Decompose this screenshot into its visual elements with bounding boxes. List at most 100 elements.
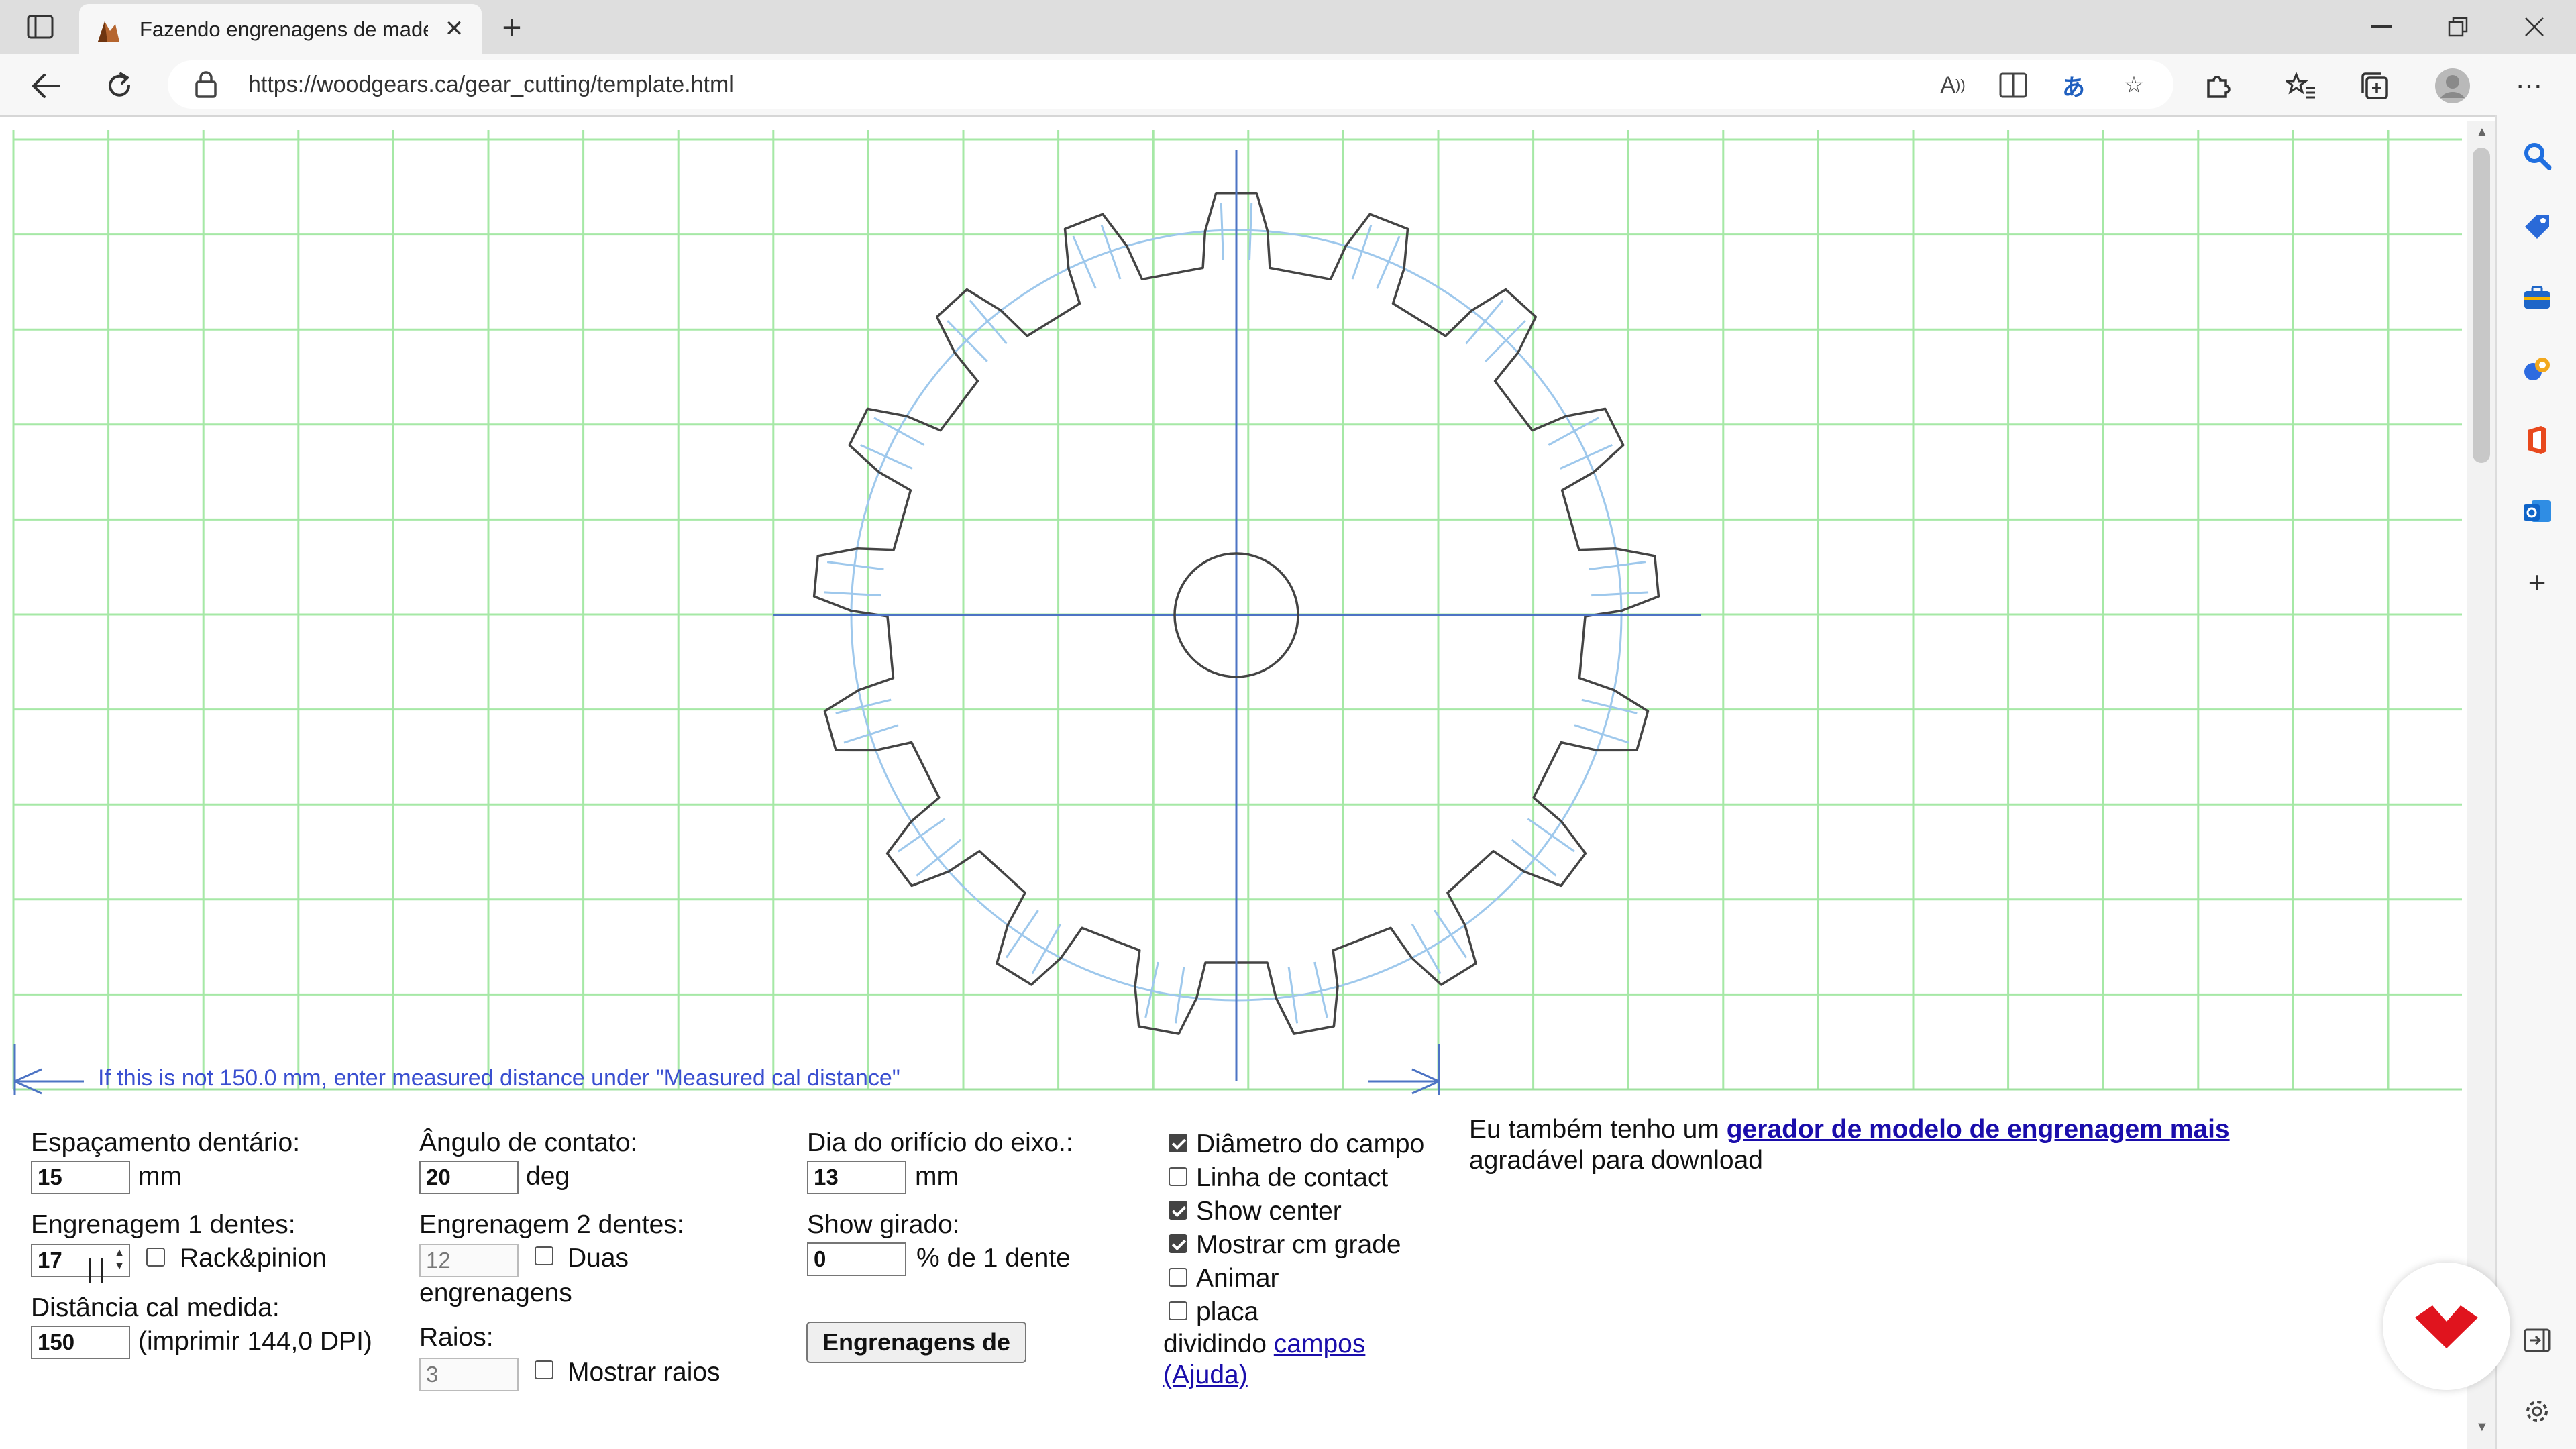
promo-suffix: agradável para download — [1469, 1146, 1763, 1175]
option-label: Linha de contact — [1196, 1163, 1389, 1192]
contact-angle-label: Ângulo de contato: — [419, 1128, 638, 1157]
add-sidebar-app-icon[interactable]: + — [2520, 565, 2555, 600]
vertical-scrollbar[interactable]: ▲ ▼ — [2467, 121, 2496, 1449]
tab-strip: Fazendo engrenagens de madeira ✕ + — [0, 0, 2576, 54]
minimize-icon[interactable] — [2348, 7, 2415, 47]
option-label: placa — [1196, 1297, 1259, 1326]
gear-template-canvas: If this is not 150.0 mm, enter measured … — [12, 130, 2462, 1095]
restore-icon[interactable] — [2424, 7, 2491, 47]
tooth-spacing-input[interactable]: 15 — [31, 1161, 130, 1194]
option-checkbox[interactable] — [1169, 1234, 1187, 1253]
rotated-unit: % de 1 dente — [916, 1244, 1071, 1273]
office-icon[interactable] — [2520, 423, 2555, 458]
browser-toolbar: https://woodgears.ca/gear_cutting/templa… — [0, 54, 2576, 117]
new-tab-icon[interactable]: + — [494, 9, 530, 46]
option-checkbox[interactable] — [1169, 1167, 1187, 1186]
games-icon[interactable] — [2520, 352, 2555, 386]
immersive-reader-icon[interactable] — [1998, 70, 2029, 101]
shaft-hole-input[interactable]: 13 — [807, 1161, 906, 1194]
tooth-spacing-unit: mm — [138, 1162, 182, 1191]
favorites-icon[interactable] — [2282, 67, 2320, 105]
tooth-mark — [1376, 235, 1401, 289]
gears-button[interactable]: Engrenagens de — [806, 1322, 1026, 1363]
extensions-icon[interactable] — [2199, 67, 2237, 105]
red-chevron-logo-icon — [2415, 1305, 2478, 1348]
option-checkbox[interactable] — [1169, 1134, 1187, 1152]
search-icon[interactable] — [2520, 138, 2555, 173]
tooth-mark — [916, 839, 962, 877]
contact-angle-input[interactable]: 20 — [419, 1161, 519, 1194]
gear-generator-link[interactable]: gerador de modelo de engrenagem mais — [1727, 1115, 2230, 1144]
shopping-tag-icon[interactable] — [2520, 209, 2555, 244]
tooth-mark — [1220, 203, 1224, 260]
gear2-teeth-label: Engrenagem 2 dentes: — [419, 1210, 684, 1239]
fields-link[interactable]: campos — [1274, 1330, 1366, 1358]
woodgears-favicon-icon — [95, 17, 122, 44]
tooth-mark — [873, 417, 925, 446]
profile-avatar-icon[interactable] — [2434, 67, 2471, 105]
back-icon[interactable] — [27, 67, 64, 105]
cal-distance-input[interactable]: 150 — [31, 1326, 130, 1359]
read-aloud-icon[interactable]: A)) — [1937, 70, 1968, 101]
gear1-teeth-label: Engrenagem 1 dentes: — [31, 1210, 296, 1239]
stepper-arrows-icon[interactable]: ▲ ▼ — [114, 1246, 125, 1273]
tooth-mark — [1548, 417, 1599, 446]
hide-sidebar-icon[interactable] — [2520, 1323, 2555, 1358]
rack-pinion-label: Rack&pinion — [180, 1244, 327, 1273]
refresh-icon[interactable] — [101, 67, 138, 105]
tooth-mark — [1248, 203, 1253, 260]
tools-briefcase-icon[interactable] — [2520, 280, 2555, 315]
text-cursor-icon — [89, 1258, 103, 1283]
gear2-teeth-input[interactable]: 12 — [419, 1244, 519, 1277]
cm-grid — [12, 130, 2462, 1091]
tooth-mark — [1072, 235, 1097, 289]
contact-angle-unit: deg — [526, 1162, 570, 1191]
option-label: Mostrar cm grade — [1196, 1230, 1401, 1259]
shaft-hole-unit: mm — [915, 1162, 959, 1191]
settings-more-icon[interactable]: ⋯ — [2510, 67, 2548, 105]
floating-logo[interactable] — [2383, 1263, 2510, 1390]
url-text[interactable]: https://woodgears.ca/gear_cutting/templa… — [248, 72, 734, 98]
option-label: Animar — [1196, 1264, 1279, 1293]
scroll-thumb[interactable] — [2473, 148, 2490, 463]
two-gears-label-line2: engrenagens — [419, 1279, 572, 1307]
translate-icon[interactable]: あ — [2058, 70, 2089, 101]
dividing-text: dividindo — [1163, 1330, 1267, 1358]
two-gears-checkbox[interactable] — [535, 1246, 553, 1265]
option-checkbox[interactable] — [1169, 1268, 1187, 1287]
gear1-teeth-value: 17 — [38, 1248, 62, 1273]
show-spokes-checkbox[interactable] — [535, 1360, 553, 1379]
outlook-icon[interactable] — [2520, 494, 2555, 529]
show-spokes-label: Mostrar raios — [568, 1358, 720, 1387]
rack-pinion-checkbox[interactable] — [146, 1248, 165, 1267]
spokes-label: Raios: — [419, 1323, 494, 1352]
active-tab[interactable]: Fazendo engrenagens de madeira ✕ — [79, 4, 482, 54]
option-checkbox[interactable] — [1169, 1201, 1187, 1220]
rotated-label: Show girado: — [807, 1210, 960, 1239]
spokes-input[interactable]: 3 — [419, 1358, 519, 1391]
lock-icon[interactable] — [195, 71, 221, 98]
address-bar[interactable]: https://woodgears.ca/gear_cutting/templa… — [168, 60, 2174, 109]
gear1-teeth-stepper[interactable]: 17 ▲ ▼ — [31, 1244, 130, 1277]
add-favorite-icon[interactable]: ☆ — [2118, 70, 2149, 101]
close-tab-icon[interactable]: ✕ — [439, 13, 470, 44]
tab-actions-icon[interactable] — [20, 12, 60, 42]
tooth-mark — [898, 818, 946, 853]
rotated-input[interactable]: 0 — [807, 1242, 906, 1276]
tooth-spacing-label: Espaçamento dentário: — [31, 1128, 301, 1157]
dividing-fields-text: dividindo campos — [1163, 1330, 1365, 1359]
close-window-icon[interactable] — [2501, 7, 2568, 47]
help-link[interactable]: (Ajuda) — [1163, 1360, 1248, 1390]
option-checkbox[interactable] — [1169, 1301, 1187, 1320]
tooth-mark — [1527, 818, 1575, 853]
option-label: Diâmetro do campo — [1196, 1130, 1425, 1159]
scroll-up-arrow-icon[interactable]: ▲ — [2475, 125, 2489, 140]
collections-icon[interactable] — [2356, 67, 2394, 105]
tooth-mark — [1411, 923, 1442, 975]
calibration-text: If this is not 150.0 mm, enter measured … — [98, 1065, 900, 1091]
tooth-mark — [1465, 299, 1504, 345]
scroll-down-arrow-icon[interactable]: ▼ — [2475, 1419, 2489, 1435]
tooth-mark — [1560, 444, 1613, 470]
tab-title: Fazendo engrenagens de madeira — [140, 17, 428, 41]
sidebar-settings-icon[interactable] — [2520, 1394, 2555, 1429]
